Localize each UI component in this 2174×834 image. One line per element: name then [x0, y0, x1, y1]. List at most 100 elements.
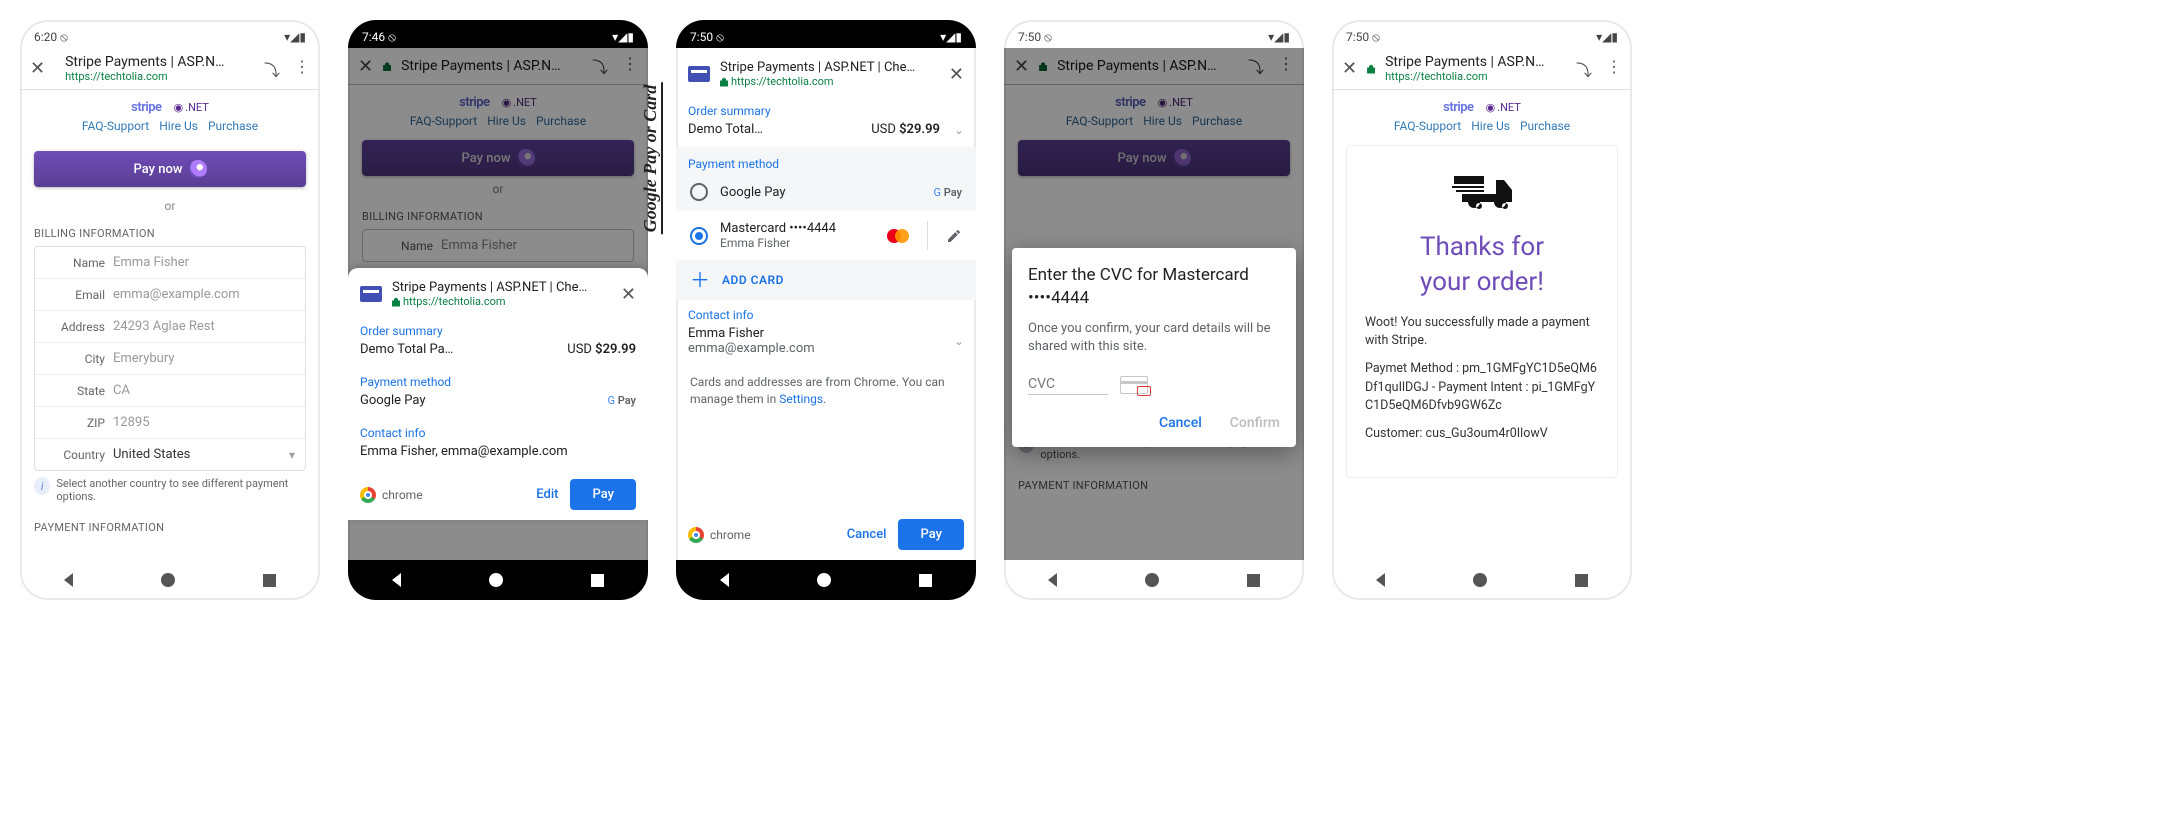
chrome-icon [360, 487, 376, 503]
payment-section-title: PAYMENT INFORMATION [20, 513, 320, 540]
status-bar: 7:50 ⦸ ▾◢▮ [676, 20, 976, 48]
payment-method-label: Payment method [348, 367, 648, 391]
link-purchase[interactable]: Purchase [208, 119, 258, 133]
cvc-input[interactable]: CVC [1028, 374, 1108, 395]
truck-icon [1450, 168, 1514, 216]
menu-icon[interactable]: ⋮ [294, 57, 310, 81]
input-name[interactable]: Emma Fisher [113, 255, 295, 270]
link-hire[interactable]: Hire Us [159, 119, 198, 133]
label-name: Name [45, 256, 105, 270]
pay-button[interactable]: Pay [570, 479, 636, 510]
home-icon[interactable] [817, 573, 831, 587]
recents-icon[interactable] [1247, 574, 1260, 587]
back-icon[interactable] [1048, 573, 1057, 587]
browser-bar: ✕ Stripe Payments | ASP.N… https://techt… [1332, 48, 1632, 90]
cancel-button[interactable]: Cancel [847, 527, 887, 542]
dotnet-logo: ◉.NET [1486, 101, 1521, 114]
clock: 7:50 ⦸ [690, 30, 724, 45]
lock-icon [720, 77, 728, 87]
order-item: Demo Total Pa… [360, 342, 453, 357]
close-icon[interactable]: ✕ [30, 58, 45, 79]
sheet-title: Stripe Payments | ASP.NET | Che… [392, 280, 611, 295]
back-icon[interactable] [1376, 573, 1385, 587]
edit-card-icon[interactable] [946, 228, 962, 244]
share-icon[interactable]: ⤵ [1576, 57, 1592, 81]
mastercard-icon [887, 229, 909, 243]
home-icon[interactable] [1145, 573, 1159, 587]
recents-icon[interactable] [1575, 574, 1588, 587]
link-hire[interactable]: Hire Us [1471, 119, 1510, 133]
payment-method-row[interactable]: Google Pay G Pay [348, 391, 648, 418]
chrome-note: Cards and addresses are from Chrome. You… [676, 366, 976, 416]
link-faq[interactable]: FAQ-Support [1394, 119, 1461, 133]
sheet-close-icon[interactable]: ✕ [621, 284, 636, 305]
back-icon[interactable] [720, 573, 729, 587]
back-icon[interactable] [392, 573, 401, 587]
status-bar: 7:46 ⦸ ▾◢▮ [348, 20, 648, 48]
settings-link[interactable]: Settings [779, 392, 823, 406]
page-url: https://techtolia.com [65, 70, 254, 83]
card-label: Mastercard ••••4444 [720, 221, 875, 236]
nav-links: FAQ-Support Hire Us Purchase [20, 119, 320, 133]
contact-info-label: Contact info [348, 418, 648, 442]
label-zip: ZIP [45, 416, 105, 430]
url-block[interactable]: Stripe Payments | ASP.N… https://techtol… [65, 54, 254, 83]
payment-option-card[interactable]: Mastercard ••••4444 Emma Fisher [676, 211, 976, 260]
chrome-label: chrome [382, 488, 423, 502]
input-email[interactable]: emma@example.com [113, 287, 295, 302]
payment-option-gpay[interactable]: Google Pay G Pay [676, 173, 976, 211]
gpay-label: Google Pay [720, 185, 921, 200]
contact-info-row[interactable]: Emma Fisher emma@example.com ⌄ [676, 324, 976, 366]
recents-icon[interactable] [919, 574, 932, 587]
radio-selected-icon [690, 227, 708, 245]
phone-screen-1: 6:20 ⦸ ▾◢▮ ✕ Stripe Payments | ASP.N… ht… [20, 20, 320, 600]
order-summary-row[interactable]: Demo Total… USD $29.99 ⌄ [676, 120, 976, 147]
lock-icon [1367, 64, 1375, 74]
input-state[interactable]: CA [113, 383, 295, 398]
clock: 6:20 ⦸ [34, 30, 68, 45]
menu-icon[interactable]: ⋮ [1606, 57, 1622, 81]
link-purchase[interactable]: Purchase [1520, 119, 1570, 133]
pay-button[interactable]: Pay [898, 519, 964, 550]
input-zip[interactable]: 12895 [113, 415, 295, 430]
cvc-card-icon [1120, 376, 1148, 394]
receipt-line-3: Customer: cus_Gu3oum4r0IlowV [1365, 425, 1599, 443]
pay-now-button[interactable]: Pay now [34, 151, 306, 187]
status-icons: ▾◢▮ [612, 30, 634, 44]
select-country[interactable]: United States [113, 447, 281, 462]
status-icons: ▾◢▮ [1268, 30, 1290, 44]
recents-icon[interactable] [263, 574, 276, 587]
thanks-heading: Thanks foryour order! [1347, 230, 1617, 300]
stripe-logo: stripe [131, 100, 161, 115]
clock: 7:50 ⦸ [1346, 30, 1380, 45]
home-icon[interactable] [1473, 573, 1487, 587]
dialog-confirm-button[interactable]: Confirm [1230, 415, 1280, 431]
sheet-close-icon[interactable]: ✕ [949, 64, 964, 85]
back-icon[interactable] [64, 573, 73, 587]
system-nav [676, 560, 976, 600]
edit-button[interactable]: Edit [536, 487, 558, 502]
pay-now-icon [189, 160, 207, 178]
share-icon[interactable]: ⤵ [264, 57, 280, 81]
home-icon[interactable] [161, 573, 175, 587]
order-price: USD $29.99 [567, 342, 636, 357]
close-icon[interactable]: ✕ [1342, 58, 1357, 79]
chevron-down-icon: ▾ [289, 448, 295, 462]
browser-bar: ✕ Stripe Payments | ASP.N… https://techt… [20, 48, 320, 90]
link-faq[interactable]: FAQ-Support [82, 119, 149, 133]
home-icon[interactable] [489, 573, 503, 587]
contact-name: Emma Fisher [688, 326, 815, 341]
add-card-label: ADD CARD [722, 273, 784, 287]
status-icons: ▾◢▮ [284, 30, 306, 44]
sheet-url: https://techtolia.com [720, 75, 939, 88]
recents-icon[interactable] [591, 574, 604, 587]
country-hint: i Select another country to see differen… [20, 471, 320, 513]
url-block[interactable]: Stripe Payments | ASP.N… https://techtol… [1385, 54, 1566, 83]
stripe-logo: stripe [1443, 100, 1473, 115]
input-city[interactable]: Emerybury [113, 351, 295, 366]
system-nav [348, 560, 648, 600]
dialog-cancel-button[interactable]: Cancel [1159, 415, 1202, 431]
input-address[interactable]: 24293 Aglae Rest [113, 319, 295, 334]
add-card-row[interactable]: ＋ ADD CARD [676, 260, 976, 300]
order-summary-label: Order summary [348, 316, 648, 340]
